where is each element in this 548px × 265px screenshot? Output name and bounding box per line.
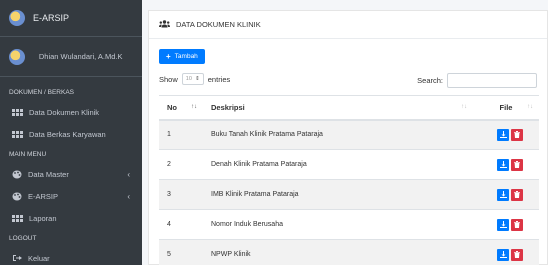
- delete-button[interactable]: [511, 218, 523, 231]
- delete-button[interactable]: [511, 248, 523, 261]
- palette-icon: [12, 170, 22, 178]
- cell-no: 5: [159, 239, 203, 265]
- cell-no: 1: [159, 119, 203, 150]
- sidebar-item-label: E-ARSIP: [28, 191, 59, 201]
- cell-deskripsi: IMB Klinik Pratama Pataraja: [203, 179, 473, 210]
- sort-icon: ↑↓: [191, 104, 197, 110]
- table-icon: [12, 214, 23, 222]
- cell-no: 3: [159, 179, 203, 210]
- cell-file: [473, 209, 539, 240]
- sidebar-item-laporan[interactable]: Laporan: [0, 207, 142, 229]
- delete-button[interactable]: [511, 188, 523, 201]
- delete-button[interactable]: [511, 158, 523, 171]
- brand-title: E-ARSIP: [33, 13, 70, 23]
- cell-deskripsi: Denah Klinik Pratama Pataraja: [203, 149, 473, 180]
- download-icon: [499, 131, 507, 139]
- download-button[interactable]: [497, 188, 509, 201]
- sidebar-item-data-dokumen-klinik[interactable]: Data Dokumen Klinik: [0, 101, 142, 123]
- sidebar-item-label: Data Berkas Karyawan: [29, 129, 106, 139]
- cell-deskripsi: Buku Tanah Klinik Pratama Pataraja: [203, 119, 473, 150]
- cell-file: [473, 179, 539, 210]
- user-panel[interactable]: Dhian Wulandari, A.Md.K: [0, 37, 142, 77]
- brand-link[interactable]: E-ARSIP: [0, 0, 142, 37]
- cell-file: [473, 239, 539, 265]
- sidebar-item-label: Data Master: [28, 169, 69, 179]
- table-row: 5 NPWP Klinik: [159, 239, 539, 265]
- nav-header-dokumen: DOKUMEN / BERKAS: [9, 88, 75, 96]
- sidebar-item-data-master[interactable]: Data Master ‹: [0, 163, 142, 185]
- table-icon: [12, 130, 23, 138]
- cell-deskripsi: Nomor Induk Berusaha: [203, 209, 473, 240]
- column-header-file[interactable]: File ↑↓: [473, 95, 539, 121]
- sort-icon: ↑↓: [527, 104, 533, 110]
- download-button[interactable]: [497, 128, 509, 141]
- entries-select[interactable]: 10 ⇕: [181, 73, 204, 85]
- entries-label: entries: [207, 74, 231, 84]
- user-name: Dhian Wulandari, A.Md.K: [38, 52, 123, 61]
- cell-file: [473, 149, 539, 180]
- sidebar-item-e-arsip[interactable]: E-ARSIP ‹: [0, 185, 142, 207]
- sidebar-item-data-berkas-karyawan[interactable]: Data Berkas Karyawan: [0, 123, 142, 145]
- show-label: Show: [159, 74, 178, 84]
- table-icon: [12, 108, 23, 116]
- content-wrapper: DATA DOKUMEN KLINIK + Tambah Show 10 ⇕ e…: [142, 4, 548, 265]
- table-header-row: No ↑↓ Deskripsi ↑↓ File ↑↓: [159, 95, 539, 121]
- chevron-left-icon: ‹: [127, 169, 130, 179]
- sidebar-item-label: Keluar: [28, 253, 50, 263]
- documents-card: DATA DOKUMEN KLINIK + Tambah Show 10 ⇕ e…: [148, 10, 548, 265]
- sidebar-item-keluar[interactable]: Keluar: [0, 247, 142, 265]
- add-button[interactable]: + Tambah: [159, 49, 205, 64]
- download-icon: [499, 161, 507, 168]
- documents-table: No ↑↓ Deskripsi ↑↓ File ↑↓ 1 Buku Tanah …: [159, 95, 539, 265]
- trash-icon: [514, 161, 520, 168]
- download-button[interactable]: [497, 218, 509, 231]
- select-arrows-icon: ⇕: [195, 76, 200, 82]
- download-icon: [499, 191, 507, 198]
- trash-icon: [514, 251, 520, 259]
- logo-icon: [9, 10, 25, 26]
- add-button-label: Tambah: [174, 53, 198, 60]
- sidebar-item-label: Laporan: [29, 213, 57, 223]
- delete-button[interactable]: [511, 128, 523, 141]
- sign-out-icon: [12, 254, 22, 262]
- nav-header-logout: LOGOUT: [9, 234, 37, 242]
- search-control: Search:: [417, 73, 537, 88]
- entries-select-value: 10: [185, 76, 192, 82]
- search-input[interactable]: [447, 73, 537, 88]
- table-row: 1 Buku Tanah Klinik Pratama Pataraja: [159, 119, 539, 150]
- column-header-deskripsi[interactable]: Deskripsi ↑↓: [203, 95, 473, 121]
- avatar: [9, 48, 25, 65]
- cell-deskripsi: NPWP Klinik: [203, 239, 473, 265]
- plus-icon: +: [166, 52, 171, 61]
- sidebar: E-ARSIP Dhian Wulandari, A.Md.K DOKUMEN …: [0, 0, 142, 265]
- users-icon: [159, 19, 170, 30]
- table-row: 2 Denah Klinik Pratama Pataraja: [159, 149, 539, 180]
- palette-icon: [12, 192, 22, 200]
- table-row: 3 IMB Klinik Pratama Pataraja: [159, 179, 539, 210]
- chevron-left-icon: ‹: [127, 191, 130, 201]
- search-label: Search:: [417, 76, 443, 85]
- card-title: DATA DOKUMEN KLINIK: [176, 20, 261, 29]
- download-button[interactable]: [497, 158, 509, 171]
- sort-icon: ↑↓: [461, 104, 467, 110]
- column-header-no[interactable]: No ↑↓: [159, 95, 203, 121]
- download-icon: [499, 251, 507, 259]
- length-control: Show 10 ⇕ entries: [159, 73, 230, 85]
- trash-icon: [514, 131, 520, 139]
- sidebar-item-label: Data Dokumen Klinik: [29, 107, 100, 117]
- cell-no: 2: [159, 149, 203, 180]
- download-icon: [499, 221, 507, 228]
- trash-icon: [514, 191, 520, 198]
- cell-file: [473, 119, 539, 150]
- table-row: 4 Nomor Induk Berusaha: [159, 209, 539, 240]
- trash-icon: [514, 221, 520, 228]
- download-button[interactable]: [497, 248, 509, 261]
- cell-no: 4: [159, 209, 203, 240]
- card-header: DATA DOKUMEN KLINIK: [149, 11, 547, 39]
- nav-header-main-menu: MAIN MENU: [9, 150, 47, 158]
